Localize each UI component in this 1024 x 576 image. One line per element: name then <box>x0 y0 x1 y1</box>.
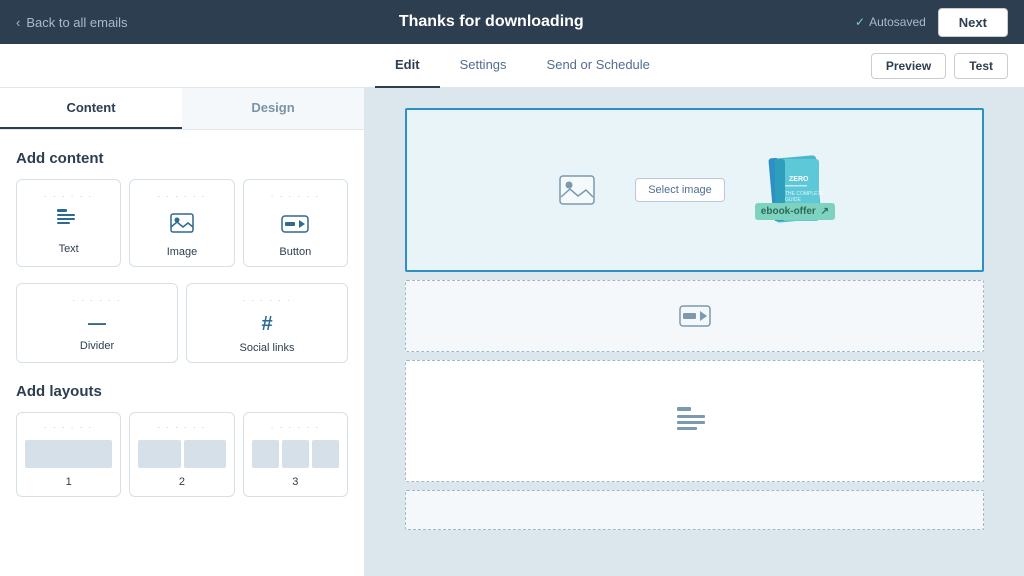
divider-label: Divider <box>80 340 114 352</box>
social-label: Social links <box>239 342 294 354</box>
dots-icon: · · · · · · <box>271 192 320 201</box>
topbar: ‹ Back to all emails Thanks for download… <box>0 0 1024 44</box>
sidebar-content: Add content · · · · · · Text <box>0 130 364 513</box>
tabs-container: Edit Settings Send or Schedule <box>375 44 670 88</box>
sidebar-tabs: Content Design <box>0 88 364 130</box>
main-area: Content Design Add content · · · · · · <box>0 88 1024 576</box>
select-image-button[interactable]: Select image <box>635 178 725 202</box>
autosaved-status: ✓ Autosaved <box>855 15 926 29</box>
image-block-inner: Select image <box>407 133 982 248</box>
dots-icon: · · · · · · <box>271 423 320 432</box>
button-icon <box>281 209 309 240</box>
dots-icon: · · · · · · <box>44 192 93 201</box>
image-placeholder <box>559 175 595 205</box>
content-item-button[interactable]: · · · · · · Button <box>243 179 348 267</box>
test-button[interactable]: Test <box>954 53 1008 79</box>
tabs-right: Preview Test <box>871 53 1008 79</box>
image-block-content: Select image <box>407 110 982 270</box>
layout-col <box>25 440 112 468</box>
dots-icon: · · · · · · <box>242 296 291 305</box>
back-arrow-icon: ‹ <box>16 15 20 30</box>
divider-icon: — <box>88 313 106 334</box>
content-item-divider[interactable]: · · · · · · — Divider <box>16 283 178 363</box>
email-canvas: Select image <box>365 88 1024 576</box>
dots-icon: · · · · · · <box>157 192 206 201</box>
svg-text:GUIDE: GUIDE <box>785 197 802 203</box>
sidebar-tab-content[interactable]: Content <box>0 88 182 129</box>
layouts-grid: · · · · · · 1 · · · · · · 2 <box>16 412 348 497</box>
image-email-block[interactable]: Select image <box>405 108 984 272</box>
ebook-container: ZERO THE COMPLETE GUIDE ebook-offer ↗ <box>765 153 830 228</box>
layout-preview-2 <box>138 440 225 468</box>
tab-send-schedule[interactable]: Send or Schedule <box>527 44 670 88</box>
autosaved-label: Autosaved <box>869 15 926 29</box>
content-item-image[interactable]: · · · · · · Image <box>129 179 234 267</box>
back-button[interactable]: ‹ Back to all emails <box>16 15 128 30</box>
tab-settings[interactable]: Settings <box>440 44 527 88</box>
svg-text:ZERO: ZERO <box>789 176 809 183</box>
topbar-right: ✓ Autosaved Next <box>855 8 1008 37</box>
layout-item-2[interactable]: · · · · · · 2 <box>129 412 234 497</box>
back-label: Back to all emails <box>26 15 127 30</box>
add-content-title: Add content <box>16 150 348 167</box>
button-label: Button <box>279 246 311 258</box>
text-block-content <box>406 361 983 481</box>
button-block-content <box>406 281 983 351</box>
text-email-block[interactable] <box>405 360 984 482</box>
nav-tabs: Edit Settings Send or Schedule Preview T… <box>0 44 1024 88</box>
layout-col <box>138 440 180 468</box>
dots-icon: · · · · · · <box>72 296 121 305</box>
button-placeholder-icon <box>679 305 711 327</box>
page-title: Thanks for downloading <box>399 13 584 31</box>
layout-col <box>184 440 226 468</box>
button-email-block[interactable] <box>405 280 984 352</box>
social-icon: # <box>261 313 272 336</box>
tab-edit[interactable]: Edit <box>375 44 440 88</box>
image-icon <box>170 209 194 240</box>
preview-button[interactable]: Preview <box>871 53 946 79</box>
check-icon: ✓ <box>855 15 865 29</box>
image-placeholder-icon <box>559 175 595 205</box>
layout-item-3[interactable]: · · · · · · 3 <box>243 412 348 497</box>
text-icon <box>57 209 81 237</box>
layout-preview-1 <box>25 440 112 468</box>
text-placeholder-icon <box>677 407 713 435</box>
layout-col <box>252 440 279 468</box>
content-items-grid: · · · · · · Text · · · · · · <box>16 179 348 267</box>
sidebar: Content Design Add content · · · · · · <box>0 88 365 576</box>
layout-preview-3 <box>252 440 339 468</box>
layout-label-3: 3 <box>292 476 298 488</box>
content-items-grid2: · · · · · · — Divider · · · · · · # Soci… <box>16 283 348 363</box>
content-item-social[interactable]: · · · · · · # Social links <box>186 283 348 363</box>
partial-email-block[interactable] <box>405 490 984 530</box>
sidebar-tab-design[interactable]: Design <box>182 88 364 129</box>
next-button[interactable]: Next <box>938 8 1008 37</box>
layout-item-1[interactable]: · · · · · · 1 <box>16 412 121 497</box>
text-label: Text <box>59 243 79 255</box>
layout-col <box>312 440 339 468</box>
dots-icon: · · · · · · <box>157 423 206 432</box>
image-label: Image <box>167 246 198 258</box>
content-item-text[interactable]: · · · · · · Text <box>16 179 121 267</box>
layout-label-2: 2 <box>179 476 185 488</box>
add-layouts-title: Add layouts <box>16 383 348 400</box>
cursor-icon: ↗ <box>821 206 829 217</box>
ebook-tag: ebook-offer ↗ <box>755 203 835 220</box>
dots-icon: · · · · · · <box>44 423 93 432</box>
layout-col <box>282 440 309 468</box>
layout-label-1: 1 <box>66 476 72 488</box>
